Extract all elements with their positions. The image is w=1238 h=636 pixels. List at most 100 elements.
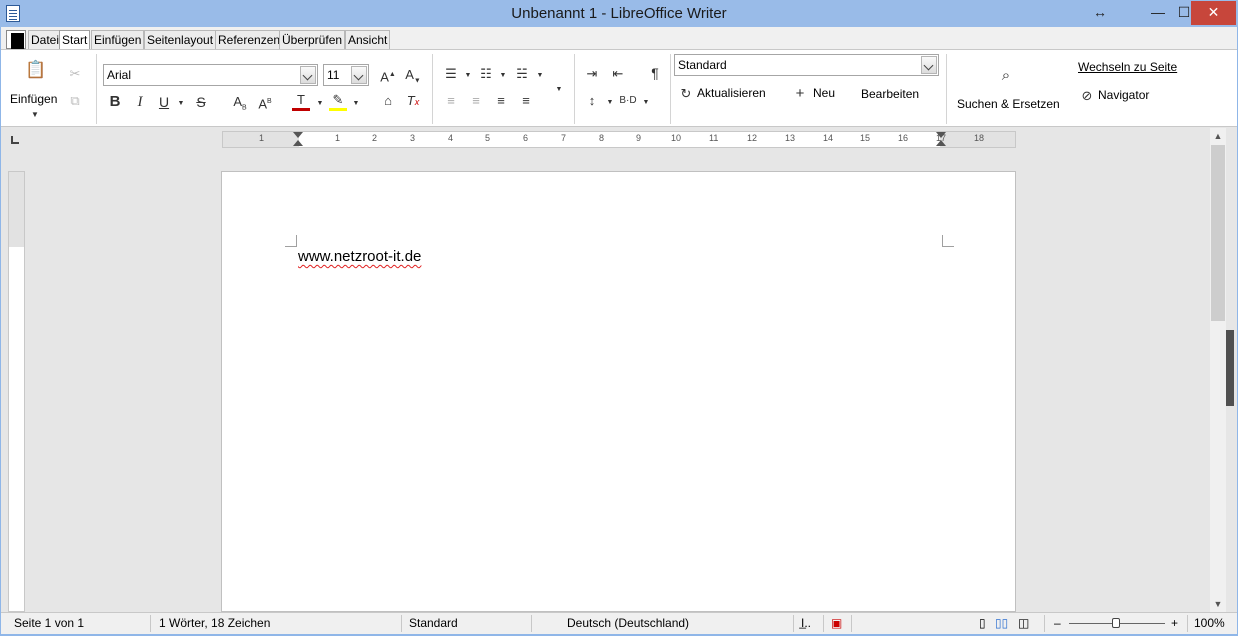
clear-formatting-icon[interactable]: Tx <box>405 93 421 110</box>
resize-icon[interactable]: ↔ <box>1084 1 1116 25</box>
justify-icon[interactable]: ≡ <box>518 93 534 109</box>
align-center-icon[interactable]: ≡ <box>468 93 484 109</box>
bold-button[interactable]: B <box>107 94 123 110</box>
numbered-dropdown-icon[interactable]: ▼ <box>498 68 508 84</box>
find-replace-button[interactable]: Suchen & Ersetzen <box>957 97 1060 111</box>
clear-direct-format-icon[interactable]: ⌂ <box>380 93 396 109</box>
ruler-number: 12 <box>747 133 758 143</box>
document-page[interactable]: www.netzroot-it.de <box>221 171 1016 612</box>
close-button[interactable]: ✕ <box>1191 1 1236 25</box>
left-indent-marker[interactable] <box>293 132 303 146</box>
document-text[interactable]: www.netzroot-it.de <box>298 248 421 265</box>
tab-seitenlayout[interactable]: Seitenlayout <box>144 30 217 50</box>
paste-dropdown-icon[interactable]: ▼ <box>29 107 41 123</box>
ribbon-start: 📋 Einfügen ▼ ✂ ⧉ Arial 11 A▲ A▼ B I U ▼ … <box>1 49 1237 127</box>
strikethrough-button[interactable]: S <box>193 94 209 110</box>
new-style-button[interactable]: Neu <box>813 86 835 100</box>
tab-stop-selector[interactable] <box>11 136 19 144</box>
zoom-in-button[interactable]: + <box>1171 616 1178 630</box>
book-view-icon[interactable]: ◫ <box>1018 616 1029 630</box>
save-status-icon[interactable]: ▣ <box>831 616 842 630</box>
numbered-list-icon[interactable]: ☷ <box>478 66 494 82</box>
underline-dropdown-icon[interactable]: ▼ <box>176 96 186 112</box>
navigator-button[interactable]: Navigator <box>1098 88 1149 102</box>
status-bar: Seite 1 von 1 1 Wörter, 18 Zeichen Stand… <box>1 612 1237 634</box>
zoom-slider-knob[interactable] <box>1112 618 1120 628</box>
shrink-font-icon[interactable]: A▼ <box>404 67 422 90</box>
horizontal-ruler[interactable]: 1 1 2 3 4 5 6 7 8 9 10 11 12 13 14 15 16… <box>222 131 1016 148</box>
switch-page-button[interactable]: Wechseln zu Seite <box>1078 60 1177 74</box>
ruler-number: 6 <box>523 133 529 143</box>
text-direction-icon[interactable]: B·D <box>619 93 637 109</box>
chevron-down-icon[interactable] <box>300 66 316 84</box>
scroll-down-icon[interactable]: ▼ <box>1210 596 1226 612</box>
scroll-thumb[interactable] <box>1211 145 1225 321</box>
cut-icon[interactable]: ✂ <box>68 66 82 82</box>
increase-indent-icon[interactable]: ⇥ <box>584 66 600 82</box>
zoom-out-button[interactable]: – <box>1054 616 1061 630</box>
tab-datei[interactable]: Datei <box>28 30 63 50</box>
separator <box>574 54 575 124</box>
align-right-icon[interactable]: ≡ <box>493 93 509 109</box>
highlight-icon[interactable]: ✎ <box>329 92 347 111</box>
separator <box>823 615 824 632</box>
formatting-marks-icon[interactable]: ¶ <box>647 65 663 81</box>
align-left-icon[interactable]: ≡ <box>443 93 459 109</box>
tab-einfuegen[interactable]: Einfügen <box>91 30 145 50</box>
superscript-icon[interactable]: AB <box>256 94 274 112</box>
separator <box>432 54 433 124</box>
word-count[interactable]: 1 Wörter, 18 Zeichen <box>159 616 270 630</box>
chevron-down-icon[interactable] <box>351 66 367 84</box>
single-page-view-icon[interactable]: ▯ <box>979 616 986 630</box>
grow-font-icon[interactable]: A▲ <box>379 67 397 85</box>
decrease-indent-icon[interactable]: ⇤ <box>610 66 626 82</box>
outline-list-icon[interactable]: ☵ <box>514 66 530 82</box>
language[interactable]: Deutsch (Deutschland) <box>567 616 689 630</box>
italic-button[interactable]: I <box>132 94 148 110</box>
separator <box>946 54 947 124</box>
font-color-dropdown-icon[interactable]: ▼ <box>315 96 325 112</box>
update-style-button[interactable]: Aktualisieren <box>697 86 766 100</box>
line-spacing-icon[interactable]: ↕ <box>584 93 600 109</box>
zoom-percent[interactable]: 100% <box>1194 616 1225 630</box>
subscript-icon[interactable]: AB <box>231 94 249 117</box>
outline-dropdown-icon[interactable]: ▼ <box>535 68 545 84</box>
copy-icon[interactable]: ⧉ <box>68 93 82 109</box>
edit-style-button[interactable]: Bearbeiten <box>861 87 919 101</box>
highlight-dropdown-icon[interactable]: ▼ <box>351 96 361 112</box>
tab-ueberpruefen[interactable]: Überprüfen <box>279 30 346 50</box>
font-color-icon[interactable]: T <box>292 92 310 111</box>
compass-icon[interactable]: ⊘ <box>1080 88 1094 104</box>
vertical-scrollbar[interactable]: ▲ ▼ <box>1210 128 1226 612</box>
paragraph-more-icon[interactable]: ▼ <box>554 82 564 98</box>
title-bar: Unbenannt 1 - LibreOffice Writer ↔ — ☐ ✕ <box>0 0 1238 27</box>
refresh-icon[interactable]: ↻ <box>679 86 693 102</box>
bullet-dropdown-icon[interactable]: ▼ <box>463 68 473 84</box>
scroll-up-icon[interactable]: ▲ <box>1210 128 1226 144</box>
insert-mode-icon[interactable]: I̲.. <box>801 616 811 630</box>
line-spacing-dropdown-icon[interactable]: ▼ <box>605 95 615 111</box>
tab-referenzen[interactable]: Referenzen <box>215 30 284 50</box>
page-style[interactable]: Standard <box>409 616 458 630</box>
tab-start[interactable]: Start <box>59 30 91 51</box>
clipboard-icon[interactable]: 📋 <box>25 61 46 78</box>
chevron-down-icon[interactable] <box>921 56 937 74</box>
font-name-combo[interactable]: Arial <box>103 64 318 86</box>
page-count[interactable]: Seite 1 von 1 <box>14 616 84 630</box>
text-direction-dropdown-icon[interactable]: ▼ <box>641 95 651 111</box>
right-indent-marker[interactable] <box>936 132 946 146</box>
sidebar-toggle-handle[interactable] <box>1226 330 1234 406</box>
search-icon[interactable]: ⌕ <box>997 68 1015 84</box>
bullet-list-icon[interactable]: ☰ <box>443 66 459 82</box>
minimize-button[interactable]: — <box>1144 1 1172 25</box>
font-size-combo[interactable]: 11 <box>323 64 369 86</box>
underline-button[interactable]: U <box>156 94 172 110</box>
paste-label[interactable]: Einfügen <box>10 92 57 106</box>
top-margin-area <box>9 172 24 247</box>
document-menu-icon[interactable] <box>6 30 26 49</box>
multi-page-view-icon[interactable]: ▯▯ <box>995 616 1008 630</box>
vertical-ruler[interactable] <box>8 171 25 612</box>
tab-ansicht[interactable]: Ansicht <box>345 30 391 50</box>
plus-icon[interactable]: + <box>793 86 807 102</box>
paragraph-style-combo[interactable]: Standard <box>674 54 939 76</box>
